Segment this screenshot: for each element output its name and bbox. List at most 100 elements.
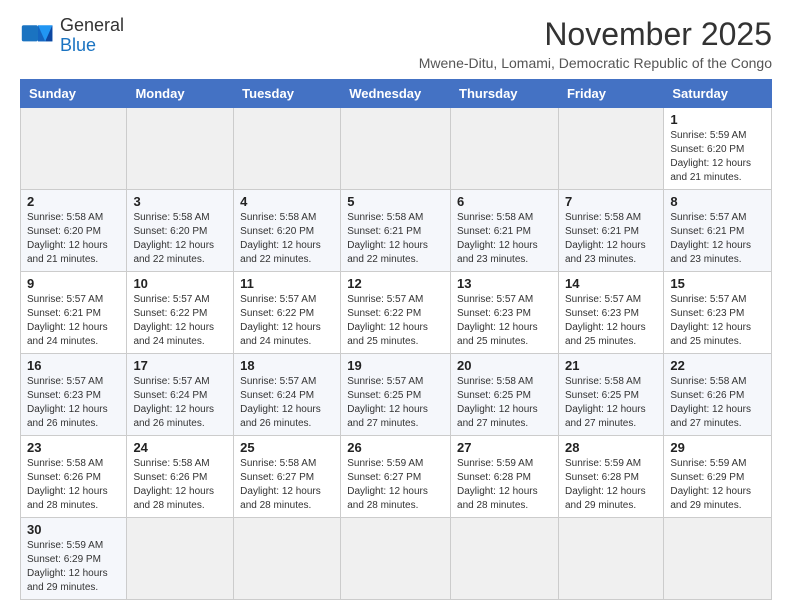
calendar-cell <box>127 518 234 600</box>
day-info: Sunrise: 5:59 AMSunset: 6:29 PMDaylight:… <box>670 457 765 513</box>
day-info: Sunrise: 5:57 AMSunset: 6:23 PMDaylight:… <box>27 375 120 431</box>
calendar-cell: 18Sunrise: 5:57 AMSunset: 6:24 PMDayligh… <box>234 354 341 436</box>
day-number: 21 <box>565 358 657 373</box>
calendar-cell: 5Sunrise: 5:58 AMSunset: 6:21 PMDaylight… <box>341 190 451 272</box>
day-info: Sunrise: 5:58 AMSunset: 6:26 PMDaylight:… <box>133 457 227 513</box>
calendar-cell: 19Sunrise: 5:57 AMSunset: 6:25 PMDayligh… <box>341 354 451 436</box>
calendar-week-row: 30 Sunrise: 5:59 AMSunset: 6:29 PMDayligh… <box>21 518 772 600</box>
day-number: 8 <box>670 194 765 209</box>
day-number: 11 <box>240 276 334 291</box>
day-info: Sunrise: 5:57 AMSunset: 6:22 PMDaylight:… <box>347 293 444 349</box>
calendar-cell <box>127 108 234 190</box>
calendar-cell: 6 Sunrise: 5:58 AMSunset: 6:21 PMDaylight… <box>451 190 559 272</box>
subtitle: Mwene-Ditu, Lomami, Democratic Republic … <box>419 55 772 71</box>
calendar-cell: 27Sunrise: 5:59 AMSunset: 6:28 PMDayligh… <box>451 436 559 518</box>
day-info: Sunrise: 5:57 AMSunset: 6:25 PMDaylight:… <box>347 375 444 431</box>
calendar-cell <box>234 518 341 600</box>
day-info: Sunrise: 5:58 AMSunset: 6:25 PMDaylight:… <box>565 375 657 431</box>
day-info: Sunrise: 5:58 AMSunset: 6:20 PMDaylight:… <box>133 211 227 267</box>
header-monday: Monday <box>127 80 234 108</box>
day-number: 9 <box>27 276 120 291</box>
day-number: 30 <box>27 522 120 537</box>
calendar-header-row: Sunday Monday Tuesday Wednesday Thursday… <box>21 80 772 108</box>
day-info: Sunrise: 5:58 AMSunset: 6:26 PMDaylight:… <box>27 457 120 513</box>
day-info: Sunrise: 5:59 AMSunset: 6:29 PMDaylight:… <box>27 539 120 595</box>
day-number: 5 <box>347 194 444 209</box>
day-info: Sunrise: 5:57 AMSunset: 6:21 PMDaylight:… <box>27 293 120 349</box>
calendar-cell: 1 Sunrise: 5:59 AMSunset: 6:20 PMDaylight… <box>664 108 772 190</box>
day-number: 17 <box>133 358 227 373</box>
day-info: Sunrise: 5:59 AMSunset: 6:28 PMDaylight:… <box>457 457 552 513</box>
day-number: 24 <box>133 440 227 455</box>
title-area: November 2025 Mwene-Ditu, Lomami, Democr… <box>419 16 772 71</box>
page-header: General Blue November 2025 Mwene-Ditu, L… <box>20 16 772 71</box>
day-number: 28 <box>565 440 657 455</box>
day-number: 26 <box>347 440 444 455</box>
calendar-cell: 4Sunrise: 5:58 AMSunset: 6:20 PMDaylight… <box>234 190 341 272</box>
calendar-cell: 26Sunrise: 5:59 AMSunset: 6:27 PMDayligh… <box>341 436 451 518</box>
day-info: Sunrise: 5:58 AMSunset: 6:21 PMDaylight:… <box>457 211 552 267</box>
day-info: Sunrise: 5:57 AMSunset: 6:23 PMDaylight:… <box>565 293 657 349</box>
header-saturday: Saturday <box>664 80 772 108</box>
calendar-cell: 9 Sunrise: 5:57 AMSunset: 6:21 PMDaylight… <box>21 272 127 354</box>
day-number: 15 <box>670 276 765 291</box>
day-number: 12 <box>347 276 444 291</box>
calendar-cell: 23 Sunrise: 5:58 AMSunset: 6:26 PMDayligh… <box>21 436 127 518</box>
calendar-cell <box>558 108 663 190</box>
day-info: Sunrise: 5:58 AMSunset: 6:25 PMDaylight:… <box>457 375 552 431</box>
calendar-cell: 12 Sunrise: 5:57 AMSunset: 6:22 PMDayligh… <box>341 272 451 354</box>
calendar-cell <box>21 108 127 190</box>
calendar-cell: 24 Sunrise: 5:58 AMSunset: 6:26 PMDayligh… <box>127 436 234 518</box>
calendar-cell: 15Sunrise: 5:57 AMSunset: 6:23 PMDayligh… <box>664 272 772 354</box>
day-info: Sunrise: 5:59 AMSunset: 6:28 PMDaylight:… <box>565 457 657 513</box>
calendar-week-row: 16Sunrise: 5:57 AMSunset: 6:23 PMDayligh… <box>21 354 772 436</box>
day-number: 3 <box>133 194 227 209</box>
calendar-cell: 21 Sunrise: 5:58 AMSunset: 6:25 PMDayligh… <box>558 354 663 436</box>
calendar-week-row: 1 Sunrise: 5:59 AMSunset: 6:20 PMDaylight… <box>21 108 772 190</box>
calendar-cell: 11Sunrise: 5:57 AMSunset: 6:22 PMDayligh… <box>234 272 341 354</box>
day-number: 1 <box>670 112 765 127</box>
calendar-cell: 20 Sunrise: 5:58 AMSunset: 6:25 PMDayligh… <box>451 354 559 436</box>
calendar-week-row: 2Sunrise: 5:58 AMSunset: 6:20 PMDaylight… <box>21 190 772 272</box>
day-info: Sunrise: 5:57 AMSunset: 6:21 PMDaylight:… <box>670 211 765 267</box>
calendar-cell <box>341 108 451 190</box>
header-thursday: Thursday <box>451 80 559 108</box>
day-number: 22 <box>670 358 765 373</box>
day-number: 6 <box>457 194 552 209</box>
day-number: 25 <box>240 440 334 455</box>
calendar-cell: 3 Sunrise: 5:58 AMSunset: 6:20 PMDaylight… <box>127 190 234 272</box>
day-info: Sunrise: 5:57 AMSunset: 6:24 PMDaylight:… <box>133 375 227 431</box>
header-tuesday: Tuesday <box>234 80 341 108</box>
header-wednesday: Wednesday <box>341 80 451 108</box>
day-number: 7 <box>565 194 657 209</box>
calendar-cell: 2Sunrise: 5:58 AMSunset: 6:20 PMDaylight… <box>21 190 127 272</box>
calendar-cell: 17 Sunrise: 5:57 AMSunset: 6:24 PMDayligh… <box>127 354 234 436</box>
day-info: Sunrise: 5:57 AMSunset: 6:24 PMDaylight:… <box>240 375 334 431</box>
header-sunday: Sunday <box>21 80 127 108</box>
calendar-week-row: 23 Sunrise: 5:58 AMSunset: 6:26 PMDayligh… <box>21 436 772 518</box>
day-info: Sunrise: 5:57 AMSunset: 6:22 PMDaylight:… <box>133 293 227 349</box>
day-info: Sunrise: 5:59 AMSunset: 6:20 PMDaylight:… <box>670 129 765 185</box>
calendar-cell <box>234 108 341 190</box>
calendar-cell <box>451 108 559 190</box>
calendar-cell <box>664 518 772 600</box>
calendar-cell: 25Sunrise: 5:58 AMSunset: 6:27 PMDayligh… <box>234 436 341 518</box>
calendar-cell: 14Sunrise: 5:57 AMSunset: 6:23 PMDayligh… <box>558 272 663 354</box>
day-number: 23 <box>27 440 120 455</box>
day-info: Sunrise: 5:58 AMSunset: 6:20 PMDaylight:… <box>240 211 334 267</box>
day-number: 20 <box>457 358 552 373</box>
calendar-cell <box>341 518 451 600</box>
day-info: Sunrise: 5:57 AMSunset: 6:23 PMDaylight:… <box>457 293 552 349</box>
calendar-cell: 29 Sunrise: 5:59 AMSunset: 6:29 PMDayligh… <box>664 436 772 518</box>
day-number: 29 <box>670 440 765 455</box>
day-info: Sunrise: 5:58 AMSunset: 6:20 PMDaylight:… <box>27 211 120 267</box>
day-number: 10 <box>133 276 227 291</box>
calendar-week-row: 9 Sunrise: 5:57 AMSunset: 6:21 PMDaylight… <box>21 272 772 354</box>
calendar-table: Sunday Monday Tuesday Wednesday Thursday… <box>20 79 772 600</box>
calendar-cell: 10 Sunrise: 5:57 AMSunset: 6:22 PMDayligh… <box>127 272 234 354</box>
logo: General Blue <box>20 16 124 56</box>
day-info: Sunrise: 5:58 AMSunset: 6:26 PMDaylight:… <box>670 375 765 431</box>
calendar-cell: 13Sunrise: 5:57 AMSunset: 6:23 PMDayligh… <box>451 272 559 354</box>
calendar-cell: 16Sunrise: 5:57 AMSunset: 6:23 PMDayligh… <box>21 354 127 436</box>
logo-text: General Blue <box>60 16 124 56</box>
